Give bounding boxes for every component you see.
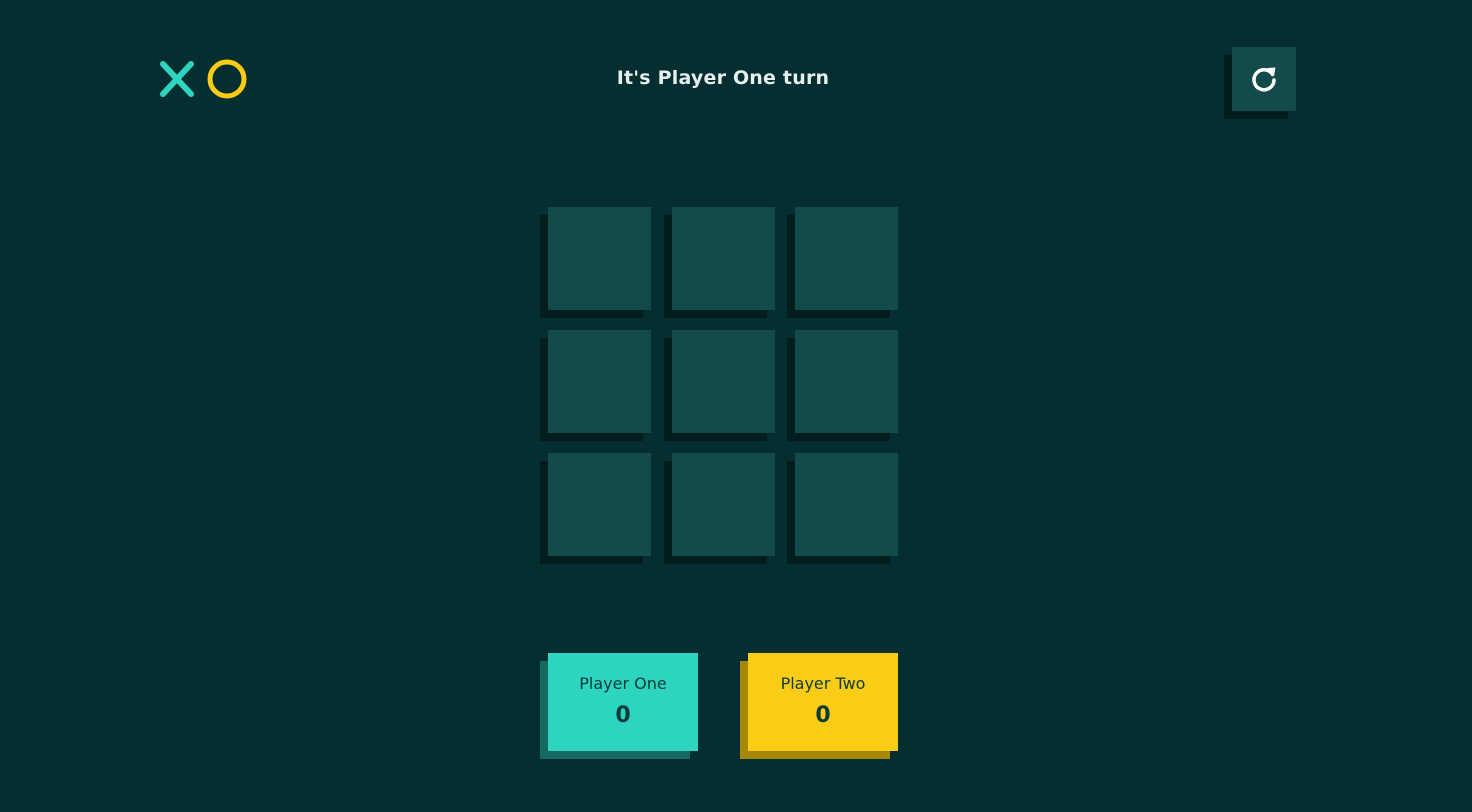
board-cell-7[interactable] [548,453,651,556]
board-cell-6[interactable] [795,330,898,433]
board-cell-5[interactable] [671,330,775,433]
game-screen: It's Player One turn Player One 0 Player… [0,0,1472,812]
board-cell-3[interactable] [795,207,898,310]
player-two-score-card: Player Two 0 [748,653,898,751]
turn-indicator: It's Player One turn [616,67,830,89]
player-one-label: Player One [579,674,667,693]
player-two-label: Player Two [780,674,866,693]
player-one-score: 0 [615,703,631,728]
board-cell-9[interactable] [795,453,898,556]
player-one-score-card: Player One 0 [548,653,698,751]
restart-button[interactable] [1232,47,1296,111]
board-cell-4[interactable] [548,330,651,433]
restart-icon [1252,67,1276,92]
board-cell-8[interactable] [671,453,775,556]
board-cell-1[interactable] [548,207,651,310]
board-cell-2[interactable] [671,207,775,310]
game-board [548,207,898,557]
player-two-score: 0 [815,703,831,728]
